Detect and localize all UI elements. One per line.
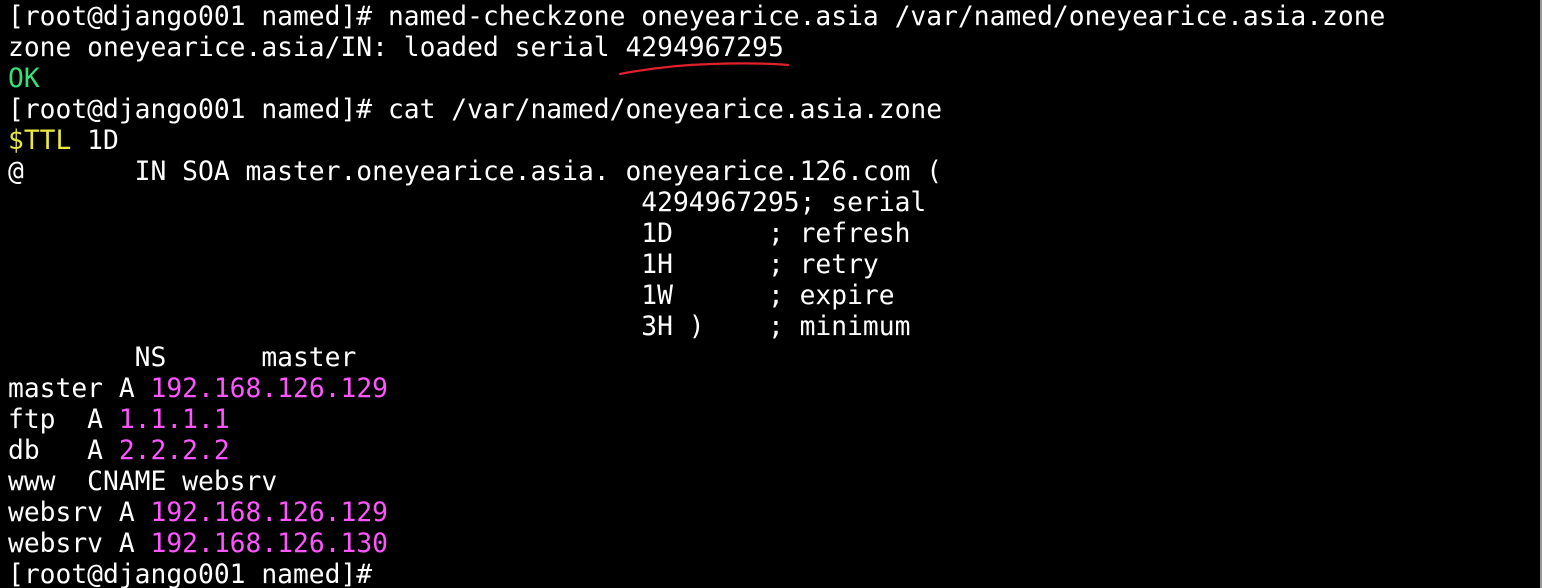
terminal-text: 1W ; expire <box>8 281 895 311</box>
terminal-text: $TTL <box>8 126 72 156</box>
terminal-line: websrv A 192.168.126.130 <box>8 529 388 560</box>
terminal-text: master A <box>8 374 151 404</box>
terminal-text: @ IN SOA master.oneyearice.asia. oneyear… <box>8 157 943 187</box>
terminal-text: db A <box>8 436 119 466</box>
terminal-text: www CNAME websrv <box>8 467 278 497</box>
terminal-line: 4294967295; serial <box>8 188 926 219</box>
terminal-window[interactable]: [root@django001 named]# named-checkzone … <box>0 0 1542 588</box>
terminal-text: 1H ; retry <box>8 250 879 280</box>
terminal-line: [root@django001 named]# cat /var/named/o… <box>8 95 942 126</box>
terminal-text: 192.168.126.129 <box>150 498 388 528</box>
terminal-line: [root@django001 named]# <box>8 560 388 588</box>
terminal-line: OK <box>8 64 40 95</box>
terminal-text: 2.2.2.2 <box>118 436 230 466</box>
terminal-text: NS master <box>8 343 357 373</box>
terminal-text: 4294967295; serial <box>8 188 927 218</box>
terminal-line: 1W ; expire <box>8 281 895 312</box>
terminal-line: $TTL 1D <box>8 126 119 157</box>
terminal-line: @ IN SOA master.oneyearice.asia. oneyear… <box>8 157 942 188</box>
terminal-text: 192.168.126.130 <box>150 529 388 559</box>
terminal-text: [root@django001 named]# <box>8 560 388 588</box>
terminal-line: 1D ; refresh <box>8 219 910 250</box>
terminal-line: NS master <box>8 343 357 374</box>
terminal-line: 3H ) ; minimum <box>8 312 910 343</box>
terminal-line: www CNAME websrv <box>8 467 277 498</box>
terminal-line: 1H ; retry <box>8 250 879 281</box>
terminal-line: ftp A 1.1.1.1 <box>8 405 230 436</box>
terminal-text: OK <box>8 64 40 94</box>
terminal-line: websrv A 192.168.126.129 <box>8 498 388 529</box>
terminal-text: 192.168.126.129 <box>150 374 388 404</box>
terminal-text: [root@django001 named]# named-checkzone … <box>8 2 1386 32</box>
terminal-text: 1D ; refresh <box>8 219 911 249</box>
terminal-line: db A 2.2.2.2 <box>8 436 230 467</box>
terminal-text: 1.1.1.1 <box>118 405 230 435</box>
terminal-text: [root@django001 named]# cat /var/named/o… <box>8 95 943 125</box>
terminal-text: 1D <box>71 126 119 156</box>
terminal-line: master A 192.168.126.129 <box>8 374 388 405</box>
annotation-underline-icon <box>618 62 790 76</box>
terminal-text: websrv A <box>8 529 151 559</box>
terminal-text: ftp A <box>8 405 119 435</box>
terminal-text: websrv A <box>8 498 151 528</box>
terminal-line: [root@django001 named]# named-checkzone … <box>8 2 1385 33</box>
terminal-text: 3H ) ; minimum <box>8 312 911 342</box>
